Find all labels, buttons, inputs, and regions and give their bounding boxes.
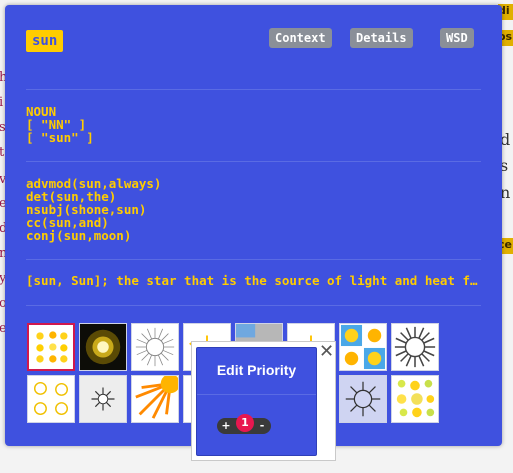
divider <box>26 259 481 260</box>
sun-tiles-icon[interactable] <box>339 323 387 371</box>
sun-cluster-icon[interactable] <box>391 375 439 423</box>
sun-stickers-icon[interactable] <box>27 323 75 371</box>
close-icon[interactable]: ✕ <box>319 342 334 362</box>
decrement-button[interactable]: - <box>254 418 270 434</box>
glowing-sun-photo-icon[interactable] <box>79 323 127 371</box>
sun-circle-outline-icon[interactable] <box>339 375 387 423</box>
divider <box>26 89 481 90</box>
priority-stepper: + 1 - <box>217 414 271 434</box>
edit-priority-popup: ✕ Edit Priority + 1 - <box>191 341 336 461</box>
divider <box>197 394 316 395</box>
pos-tags: NOUN [ "NN" ] [ "sun" ] <box>26 104 94 145</box>
increment-button[interactable]: + <box>218 418 234 434</box>
popup-title: Edit Priority <box>216 362 297 378</box>
sun-outline-set-icon[interactable] <box>27 375 75 423</box>
dependency-list: advmod(sun,always) det(sun,the) nsubj(sh… <box>26 176 162 243</box>
priority-card: Edit Priority + 1 - <box>196 347 317 456</box>
details-button[interactable]: Details <box>350 28 413 48</box>
orange-sun-icon[interactable] <box>131 375 179 423</box>
context-button[interactable]: Context <box>269 28 332 48</box>
word-tag: sun <box>26 30 64 52</box>
divider <box>26 305 481 306</box>
sense-gloss: [sun, Sun]; the star that is the source … <box>26 273 482 288</box>
sunburst-badge-icon[interactable] <box>391 323 439 371</box>
wsd-button[interactable]: WSD <box>440 28 474 48</box>
priority-count-badge: 1 <box>236 414 254 432</box>
sunburst-outline-icon[interactable] <box>131 323 179 371</box>
divider <box>26 161 481 162</box>
sun-line-icon[interactable] <box>79 375 127 423</box>
